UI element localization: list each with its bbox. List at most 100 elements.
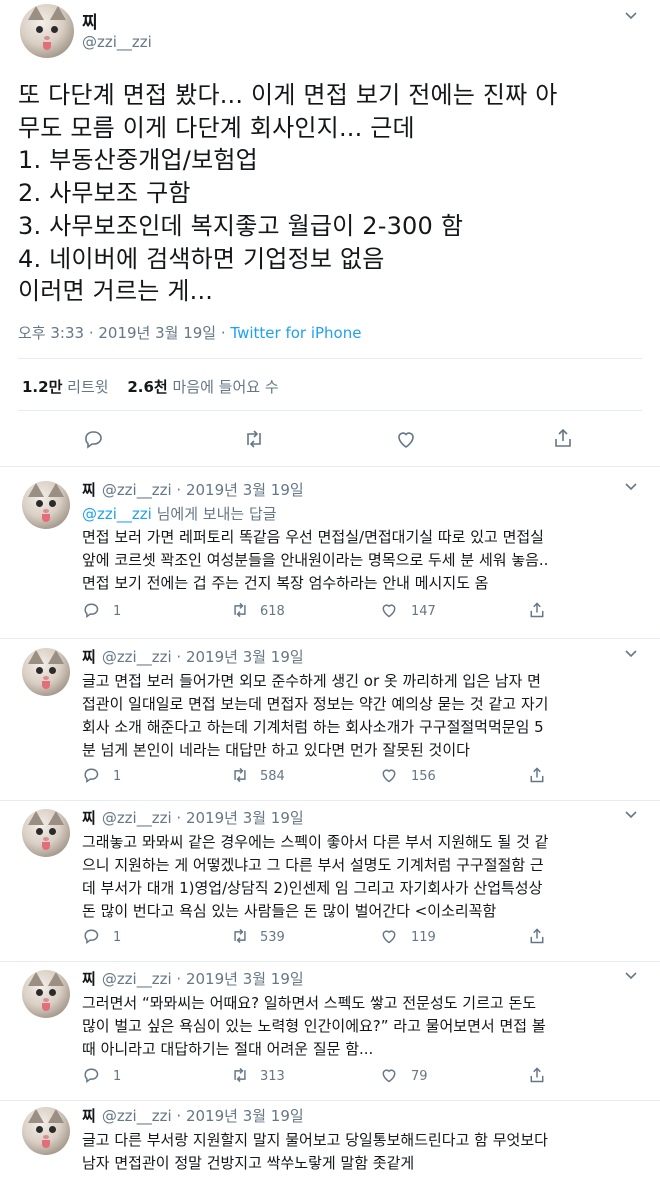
author-name[interactable]: 찌 bbox=[82, 970, 96, 988]
reply-text-line: 면접 보기 전에는 겁 주는 건지 복장 엄수하라는 안내 메시지도 옴 bbox=[82, 574, 489, 592]
author-handle-date[interactable]: @zzi__zzi · 2019년 3월 19일 bbox=[102, 970, 304, 988]
reply-actions: 1 313 79 bbox=[82, 1066, 562, 1086]
heart-icon[interactable] bbox=[380, 927, 398, 949]
reply-header: 찌 @zzi__zzi · 2019년 3월 19일 bbox=[82, 807, 304, 828]
like-count: 147 bbox=[411, 604, 436, 619]
tweet-text-line: 1. 부동산중개업/보험업 bbox=[18, 146, 258, 175]
heart-icon[interactable] bbox=[380, 601, 398, 623]
reply-text-line: 그러면서 “뫄뫄씨는 어때요? 일하면서 스펙도 쌓고 전문성도 기르고 돈도 bbox=[82, 994, 537, 1012]
reply-to-handle[interactable]: @zzi__zzi bbox=[82, 505, 152, 523]
reply-icon[interactable] bbox=[82, 766, 100, 788]
reply-icon[interactable] bbox=[82, 428, 104, 454]
retweet-label[interactable]: 리트윗 bbox=[67, 378, 108, 396]
chevron-down-icon[interactable] bbox=[624, 809, 638, 824]
author-name[interactable]: 찌 bbox=[82, 809, 96, 827]
retweet-count: 584 bbox=[260, 769, 285, 784]
reply-icon[interactable] bbox=[82, 601, 100, 623]
reply-text-line: 글고 다른 부서랑 지원할지 말지 물어보고 당일통보해드린다고 함 무엇보다 bbox=[82, 1131, 548, 1149]
reply-header: 찌 @zzi__zzi · 2019년 3월 19일 bbox=[82, 1105, 304, 1126]
reply-icon[interactable] bbox=[82, 1066, 100, 1088]
retweet-count[interactable]: 1.2만 bbox=[22, 378, 62, 396]
retweet-count: 539 bbox=[260, 930, 285, 945]
reply-text-line: 글고 면접 보러 들어가면 외모 준수하게 생긴 or 옷 까리하게 입은 남자… bbox=[82, 672, 541, 690]
avatar[interactable] bbox=[22, 481, 70, 529]
reply-text: 면접 보러 가면 레퍼토리 똑같음 우선 면접실/면접대기실 따로 있고 면접실… bbox=[82, 526, 642, 595]
avatar[interactable] bbox=[22, 1107, 70, 1155]
heart-icon[interactable] bbox=[380, 766, 398, 788]
like-count: 79 bbox=[411, 1069, 428, 1084]
heart-icon[interactable] bbox=[380, 1066, 398, 1088]
reply-count: 1 bbox=[113, 604, 122, 619]
tweet-text-line: 4. 네이버에 검색하면 기업정보 없음 bbox=[18, 244, 385, 273]
divider bbox=[18, 410, 642, 411]
author-name[interactable]: 찌 bbox=[82, 481, 96, 499]
author-name[interactable]: 찌 bbox=[82, 648, 96, 666]
reply-text: 글고 다른 부서랑 지원할지 말지 물어보고 당일통보해드린다고 함 무엇보다 … bbox=[82, 1129, 642, 1175]
reply-text-line: 앞에 코르셋 꽉조인 여성분들을 안내원이라는 명목으로 두세 분 세워 놓음.… bbox=[82, 551, 549, 569]
author-name[interactable]: 찌 bbox=[82, 8, 98, 33]
reply-text-line: 회사 소개 해준다고 하는데 기계처럼 하는 회사소개가 구구절절먹먹문임 5 bbox=[82, 718, 544, 736]
retweet-icon[interactable] bbox=[230, 927, 250, 949]
avatar[interactable] bbox=[22, 970, 70, 1018]
retweet-icon[interactable] bbox=[242, 428, 266, 454]
author-handle-date[interactable]: @zzi__zzi · 2019년 3월 19일 bbox=[102, 1107, 304, 1125]
share-icon[interactable] bbox=[528, 1066, 546, 1088]
tweet-text-line: 이러면 거르는 게... bbox=[18, 277, 214, 306]
chevron-down-icon[interactable] bbox=[624, 648, 638, 663]
retweet-count: 313 bbox=[260, 1069, 285, 1084]
author-handle-date[interactable]: @zzi__zzi · 2019년 3월 19일 bbox=[102, 648, 304, 666]
share-icon[interactable] bbox=[528, 766, 546, 788]
main-tweet: 찌 @zzi__zzi 또 다단계 면접 봤다... 이게 면접 보기 전에는 … bbox=[0, 0, 660, 466]
tweet-text-line: 또 다단계 면접 봤다... 이게 면접 보기 전에는 진짜 아 bbox=[18, 81, 558, 109]
retweet-icon[interactable] bbox=[230, 1066, 250, 1088]
avatar[interactable] bbox=[22, 648, 70, 696]
retweet-icon[interactable] bbox=[230, 766, 250, 788]
reply-header: 찌 @zzi__zzi · 2019년 3월 19일 bbox=[82, 968, 304, 989]
replying-to: @zzi__zzi 님에게 보내는 답글 bbox=[82, 503, 277, 524]
reply-text: 그래놓고 뫄뫄씨 같은 경우에는 스펙이 좋아서 다른 부서 지원해도 될 것 … bbox=[82, 831, 642, 923]
tweet-source-link[interactable]: Twitter for iPhone bbox=[230, 324, 361, 342]
tweet-text: 또 다단계 면접 봤다... 이게 면접 보기 전에는 진짜 아 무도 모름 이… bbox=[18, 79, 648, 308]
share-icon[interactable] bbox=[528, 601, 546, 623]
reply-text-line: 면접 보러 가면 레퍼토리 똑같음 우선 면접실/면접대기실 따로 있고 면접실 bbox=[82, 528, 544, 546]
chevron-down-icon[interactable] bbox=[624, 970, 638, 985]
reply-actions: 1 539 119 bbox=[82, 927, 562, 947]
reply-tweet[interactable]: 찌 @zzi__zzi · 2019년 3월 19일 그래놓고 뫄뫄씨 같은 경우… bbox=[0, 795, 660, 967]
tweet-text-line: 3. 사무보조인데 복지좋고 월급이 2-300 함 bbox=[18, 211, 464, 240]
reply-count: 1 bbox=[113, 930, 122, 945]
chevron-down-icon[interactable] bbox=[624, 481, 638, 496]
tweet-meta: 오후 3:33 · 2019년 3월 19일 · Twitter for iPh… bbox=[18, 322, 361, 343]
tweet-timestamp[interactable]: 오후 3:33 · 2019년 3월 19일 · bbox=[18, 324, 230, 342]
reply-tweet[interactable]: 찌 @zzi__zzi · 2019년 3월 19일 글고 다른 부서랑 지원할지… bbox=[0, 1093, 660, 1185]
chevron-down-icon[interactable] bbox=[624, 10, 638, 25]
heart-icon[interactable] bbox=[395, 428, 417, 454]
author-handle-date[interactable]: @zzi__zzi · 2019년 3월 19일 bbox=[102, 481, 304, 499]
reply-text-line: 때 아니라고 대답하기는 절대 어려운 질문 함... bbox=[82, 1040, 374, 1058]
share-icon[interactable] bbox=[552, 427, 574, 453]
author-handle-date[interactable]: @zzi__zzi · 2019년 3월 19일 bbox=[102, 809, 304, 827]
reply-tweet[interactable]: 찌 @zzi__zzi · 2019년 3월 19일 @zzi__zzi 님에게 … bbox=[0, 467, 660, 639]
share-icon[interactable] bbox=[528, 927, 546, 949]
reply-tweet[interactable]: 찌 @zzi__zzi · 2019년 3월 19일 글고 면접 보러 들어가면 … bbox=[0, 634, 660, 806]
tweet-stats: 1.2만 리트윗 2.6천 마음에 들어요 수 bbox=[22, 376, 279, 397]
reply-text: 글고 면접 보러 들어가면 외모 준수하게 생긴 or 옷 까리하게 입은 남자… bbox=[82, 670, 642, 762]
retweet-icon[interactable] bbox=[230, 601, 250, 623]
retweet-count: 618 bbox=[260, 604, 285, 619]
like-label[interactable]: 마음에 들어요 수 bbox=[173, 378, 279, 396]
reply-actions: 1 584 156 bbox=[82, 766, 562, 786]
reply-text-line: 데 부서가 대개 1)영업/상담직 2)인센제 임 그리고 자기회사가 산업특성… bbox=[82, 879, 543, 897]
reply-text-line: 많이 벌고 싶은 욕심이 있는 노력형 인간이에요?” 라고 물어보면서 면접 … bbox=[82, 1017, 546, 1035]
avatar[interactable] bbox=[22, 809, 70, 857]
tweet-text-line: 2. 사무보조 구함 bbox=[18, 179, 191, 208]
like-count[interactable]: 2.6천 bbox=[127, 378, 167, 396]
reply-text-line: 분 넘게 본인이 네라는 대답만 하고 있다면 먼가 잘못된 것이다 bbox=[82, 741, 470, 759]
avatar[interactable] bbox=[20, 4, 74, 58]
reply-actions: 1 618 147 bbox=[82, 601, 562, 621]
reply-icon[interactable] bbox=[82, 927, 100, 949]
author-name[interactable]: 찌 bbox=[82, 1107, 96, 1125]
author-handle[interactable]: @zzi__zzi bbox=[82, 33, 152, 51]
reply-tweet[interactable]: 찌 @zzi__zzi · 2019년 3월 19일 그러면서 “뫄뫄씨는 어때요… bbox=[0, 956, 660, 1101]
reply-text-line: 돈 많이 번다고 욕심 있는 사람들은 돈 많이 벌어간다 <이소리꼭함 bbox=[82, 902, 497, 920]
divider bbox=[18, 358, 642, 359]
reply-count: 1 bbox=[113, 1069, 122, 1084]
